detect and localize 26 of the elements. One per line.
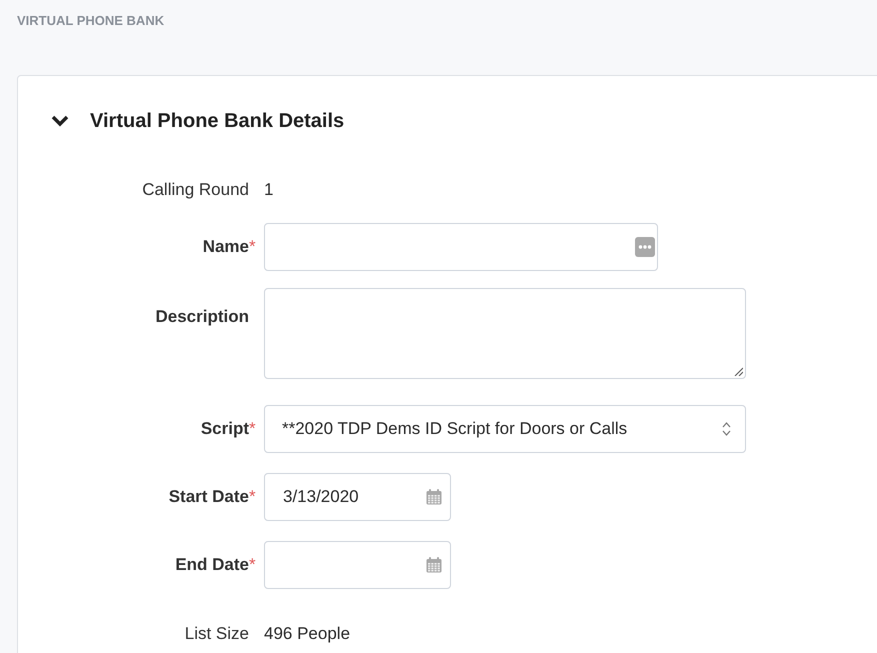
script-select[interactable]: **2020 TDP Dems ID Script for Doors or Calls: [264, 405, 746, 453]
required-mark: *: [249, 486, 256, 508]
ellipsis-icon[interactable]: [635, 237, 655, 257]
field-label: List Size: [184, 623, 249, 646]
field-label: Calling Round: [142, 179, 249, 202]
name-field[interactable]: [264, 223, 658, 271]
field-label: Name: [202, 236, 249, 258]
field-label: Script: [200, 418, 249, 440]
field-value: 496 People: [264, 623, 350, 646]
date-field[interactable]: [264, 541, 451, 589]
field-label: Start Date: [168, 486, 249, 508]
section-title: Virtual Phone Bank Details: [90, 109, 344, 134]
required-mark: *: [249, 236, 256, 258]
page-title: VIRTUAL PHONE BANK: [16, 12, 166, 30]
date-field[interactable]: 3/13/2020: [264, 473, 451, 521]
field-label: Description: [155, 306, 249, 328]
required-mark: *: [249, 554, 256, 576]
resize-handle-icon[interactable]: [734, 367, 743, 376]
chevron-down-icon[interactable]: [51, 114, 69, 128]
required-mark: *: [249, 418, 256, 440]
field-label: End Date: [175, 554, 249, 576]
description-field[interactable]: [264, 288, 746, 379]
calendar-icon: [426, 489, 442, 505]
calendar-icon: [426, 557, 442, 573]
field-value: 1: [264, 179, 274, 202]
sort-caret-icon: [722, 421, 731, 437]
